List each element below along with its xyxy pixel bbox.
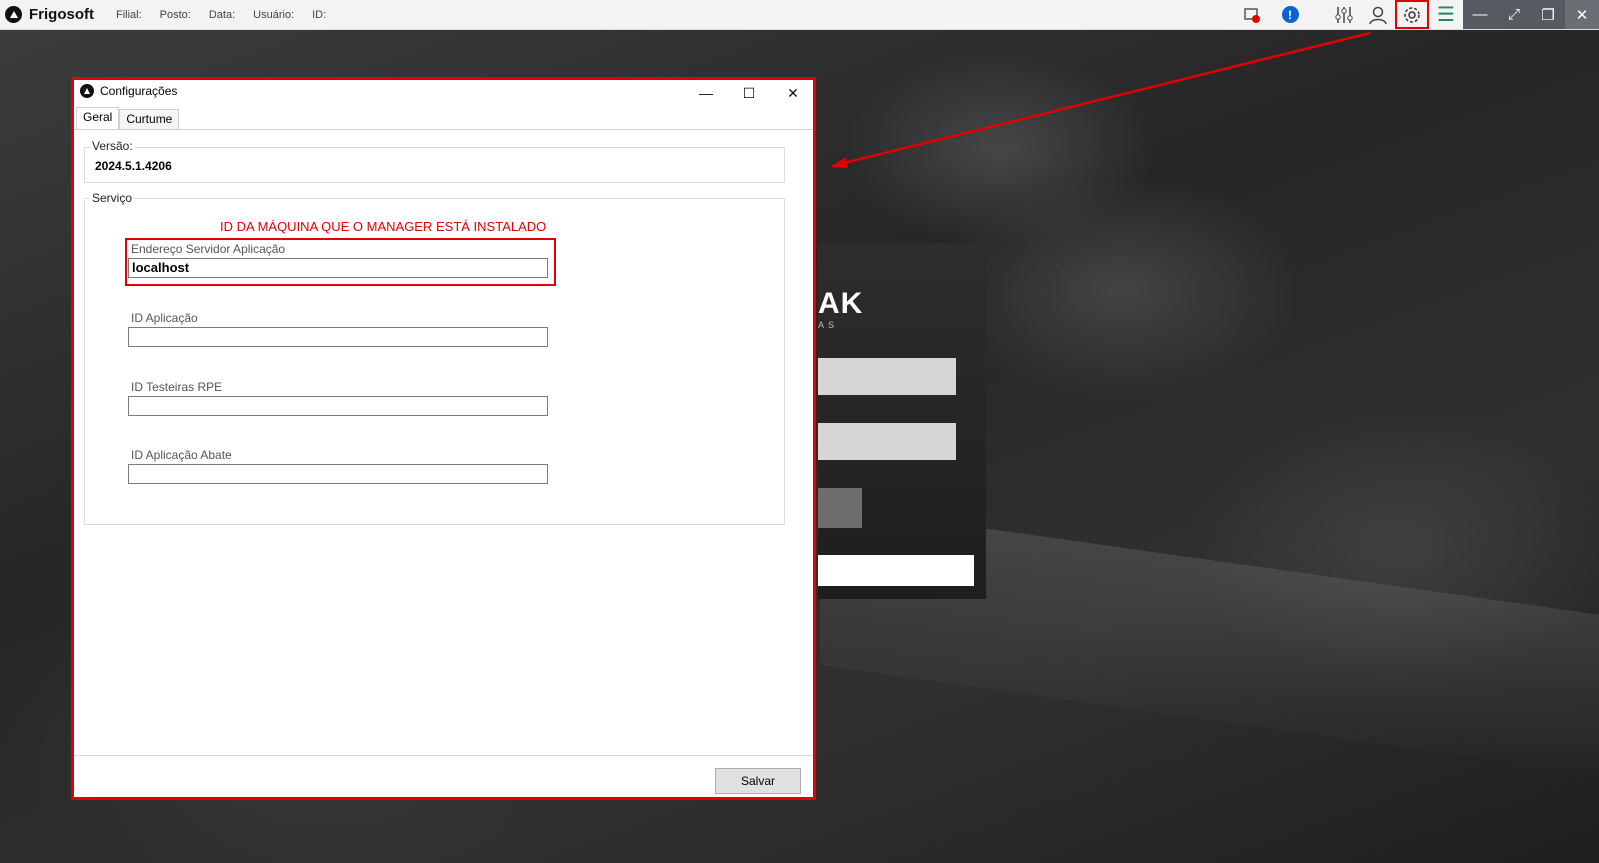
app-id-label: ID Aplicação [131, 311, 198, 325]
dialog-close-button[interactable]: ✕ [771, 80, 815, 106]
version-group [84, 147, 785, 183]
server-address-label: Endereço Servidor Aplicação [131, 242, 286, 256]
dialog-logo-icon [80, 84, 94, 98]
dialog-tabs: Geral Curtume [76, 107, 180, 130]
version-label: Versão: [90, 139, 135, 153]
service-label: Serviço [90, 191, 135, 205]
tab-geral[interactable]: Geral [76, 107, 120, 130]
rpe-id-input[interactable] [128, 396, 548, 416]
dialog-minimize-button[interactable]: — [684, 80, 728, 106]
server-address-input[interactable]: localhost [128, 258, 548, 278]
config-dialog: Configurações — ☐ ✕ Geral Curtume Versão… [71, 77, 816, 800]
dialog-title-bar: Configurações [80, 84, 177, 98]
abate-id-label: ID Aplicação Abate [131, 448, 232, 462]
app-id-input[interactable] [128, 327, 548, 347]
dialog-maximize-button[interactable]: ☐ [727, 80, 771, 106]
footer-divider [74, 755, 813, 756]
abate-id-input[interactable] [128, 464, 548, 484]
save-button[interactable]: Salvar [715, 768, 801, 794]
annotation-text: ID DA MÁQUINA QUE O MANAGER ESTÁ INSTALA… [220, 219, 547, 234]
tab-divider [74, 129, 813, 130]
version-value: 2024.5.1.4206 [95, 159, 172, 173]
dialog-title: Configurações [100, 84, 178, 98]
tab-curtume[interactable]: Curtume [119, 109, 180, 129]
rpe-id-label: ID Testeiras RPE [131, 380, 223, 394]
